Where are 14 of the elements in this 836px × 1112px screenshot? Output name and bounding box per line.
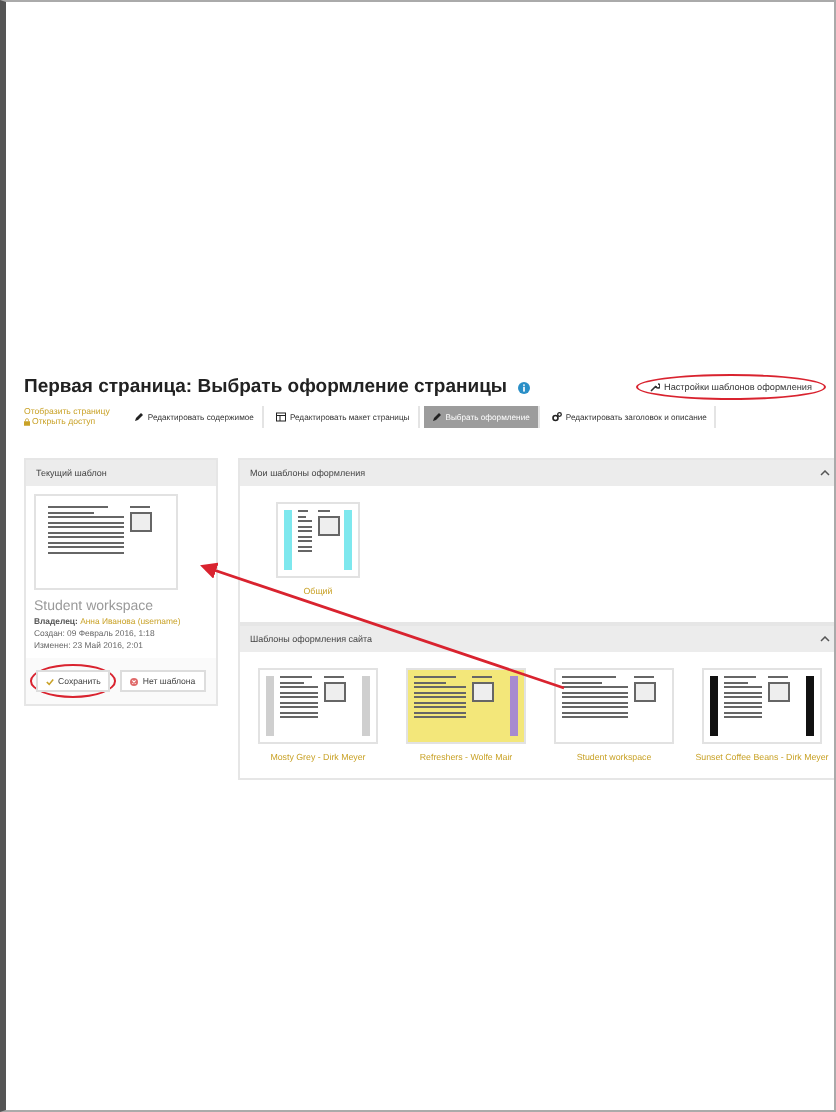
- collapse-icon[interactable]: [820, 470, 830, 476]
- layout-icon: [275, 412, 286, 422]
- cancel-icon: [130, 677, 139, 685]
- collapse-icon[interactable]: [820, 636, 830, 642]
- page-title: Первая страница: Выбрать оформление страницы: [24, 376, 508, 398]
- check-icon: [46, 677, 54, 685]
- gears-icon: [551, 412, 562, 422]
- lock-icon: [24, 417, 30, 425]
- pencil-icon: [431, 412, 442, 422]
- template-preview-drawing[interactable]: [702, 668, 822, 744]
- wrench-icon: [650, 382, 660, 392]
- pencil-icon: [133, 412, 144, 422]
- template-preview-drawing: [34, 494, 178, 590]
- info-icon[interactable]: [517, 381, 530, 393]
